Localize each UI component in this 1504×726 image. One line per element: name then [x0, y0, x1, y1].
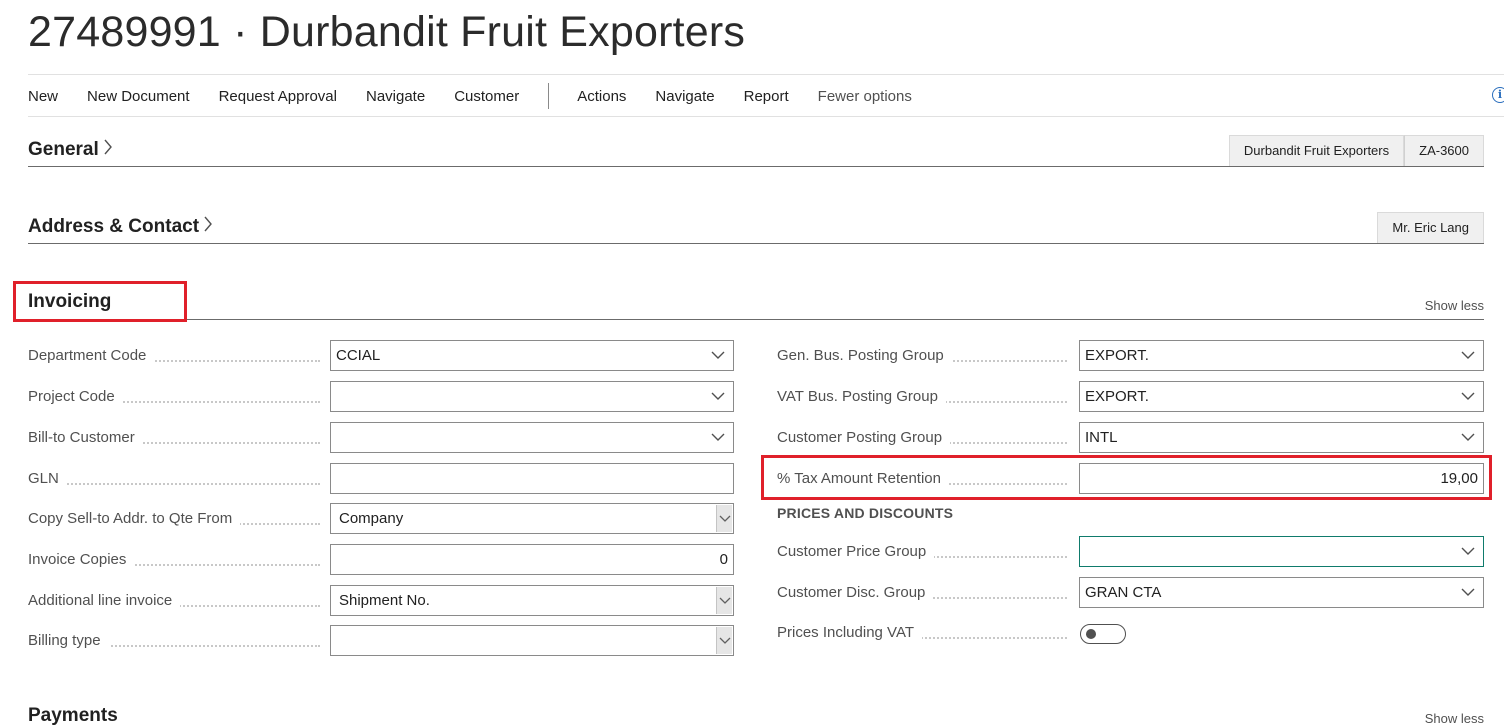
section-general-title: General [28, 139, 99, 160]
gln-input[interactable] [330, 463, 734, 494]
action-bar: New New Document Request Approval Naviga… [28, 76, 941, 116]
project-code-dropdown[interactable] [330, 381, 734, 412]
invoice-copies-input[interactable]: 0 [330, 544, 734, 575]
gen-bus-posting-group-dropdown[interactable]: EXPORT. [1079, 340, 1484, 371]
field-label: Additional line invoice [28, 592, 181, 609]
field-customer-posting-group: Customer Posting Group [777, 422, 1077, 454]
field-label: Prices Including VAT [777, 624, 922, 641]
section-divider [28, 166, 1484, 167]
section-invoicing: Invoicing Show less [28, 288, 1484, 322]
action-separator [548, 83, 550, 109]
section-divider [28, 319, 1484, 320]
customer-price-group-dropdown[interactable] [1079, 536, 1484, 567]
select-arrow-button[interactable] [716, 505, 732, 532]
chevron-down-icon [1461, 433, 1475, 441]
field-label: VAT Bus. Posting Group [777, 388, 946, 405]
action-navigate[interactable]: Navigate [366, 88, 425, 105]
field-vat-bus-posting-group: VAT Bus. Posting Group [777, 381, 1077, 413]
field-label: Customer Price Group [777, 543, 935, 560]
chevron-down-icon [1461, 351, 1475, 359]
field-label: Billing type [28, 632, 109, 649]
field-label: Customer Disc. Group [777, 584, 934, 601]
chevron-down-icon [1461, 588, 1475, 596]
action-new-document[interactable]: New Document [87, 88, 190, 105]
badge-contact-name[interactable]: Mr. Eric Lang [1377, 212, 1484, 244]
payments-show-less-link[interactable]: Show less [1425, 711, 1484, 726]
prices-discounts-heading: PRICES AND DISCOUNTS [777, 505, 954, 521]
field-label: Invoice Copies [28, 551, 135, 568]
chevron-down-icon [711, 433, 725, 441]
field-label: Copy Sell-to Addr. to Qte From [28, 510, 241, 527]
general-badges: Durbandit Fruit Exporters ZA-3600 [1228, 135, 1484, 167]
department-code-dropdown[interactable]: CCIAL [330, 340, 734, 371]
field-label: % Tax Amount Retention [777, 470, 949, 487]
chevron-right-icon [203, 215, 213, 239]
section-address-title: Address & Contact [28, 216, 200, 237]
chevron-down-icon [711, 351, 725, 359]
badge-customer-name[interactable]: Durbandit Fruit Exporters [1228, 135, 1405, 167]
select-arrow-button[interactable] [716, 587, 732, 614]
chevron-down-icon [1461, 547, 1475, 555]
section-address-contact: Address & Contact Mr. Eric Lang [28, 211, 1484, 245]
chevron-down-icon [711, 392, 725, 400]
field-customer-price-group: Customer Price Group [777, 536, 1077, 568]
field-label: GLN [28, 470, 67, 487]
field-customer-disc-group: Customer Disc. Group [777, 577, 1077, 609]
action-customer[interactable]: Customer [454, 88, 519, 105]
chevron-down-icon [719, 597, 731, 604]
action-actions[interactable]: Actions [577, 88, 626, 105]
customer-disc-group-dropdown[interactable]: GRAN CTA [1079, 577, 1484, 608]
section-divider [28, 243, 1484, 244]
action-new[interactable]: New [28, 88, 58, 105]
customer-posting-group-dropdown[interactable]: INTL [1079, 422, 1484, 453]
field-label: Department Code [28, 347, 155, 364]
address-badges: Mr. Eric Lang [1377, 212, 1484, 244]
bill-to-customer-dropdown[interactable] [330, 422, 734, 453]
field-label: Gen. Bus. Posting Group [777, 347, 952, 364]
actionbar-bottom-divider [28, 116, 1504, 117]
vat-bus-posting-group-dropdown[interactable]: EXPORT. [1079, 381, 1484, 412]
page-title: 27489991 · Durbandit Fruit Exporters [28, 8, 746, 56]
field-gen-bus-posting-group: Gen. Bus. Posting Group [777, 340, 1077, 372]
invoicing-show-less-link[interactable]: Show less [1425, 298, 1484, 313]
section-address-header[interactable]: Address & Contact [28, 215, 213, 239]
action-fewer-options[interactable]: Fewer options [818, 88, 912, 105]
section-payments: Payments Show less [28, 702, 1484, 726]
additional-line-invoice-select[interactable]: Shipment No. [330, 585, 734, 616]
chevron-down-icon [1461, 392, 1475, 400]
section-payments-title[interactable]: Payments [28, 705, 118, 726]
field-label: Project Code [28, 388, 123, 405]
action-request-approval[interactable]: Request Approval [219, 88, 337, 105]
badge-post-code[interactable]: ZA-3600 [1404, 135, 1484, 167]
info-icon[interactable]: i [1492, 87, 1504, 103]
field-label: Customer Posting Group [777, 429, 951, 446]
prices-including-vat-toggle[interactable] [1080, 624, 1126, 644]
field-prices-including-vat: Prices Including VAT [777, 617, 1077, 649]
chevron-down-icon [719, 637, 731, 644]
copy-sell-to-addr-select[interactable]: Company [330, 503, 734, 534]
select-arrow-button[interactable] [716, 627, 732, 654]
action-navigate-secondary[interactable]: Navigate [655, 88, 714, 105]
highlight-box-invoicing [13, 281, 187, 322]
billing-type-select[interactable] [330, 625, 734, 656]
chevron-down-icon [719, 515, 731, 522]
section-general-header[interactable]: General [28, 138, 113, 162]
chevron-right-icon [103, 138, 113, 162]
action-report[interactable]: Report [744, 88, 789, 105]
field-label: Bill-to Customer [28, 429, 143, 446]
actionbar-top-divider [28, 74, 1504, 75]
section-general: General Durbandit Fruit Exporters ZA-360… [28, 134, 1484, 168]
toggle-knob [1086, 629, 1096, 639]
